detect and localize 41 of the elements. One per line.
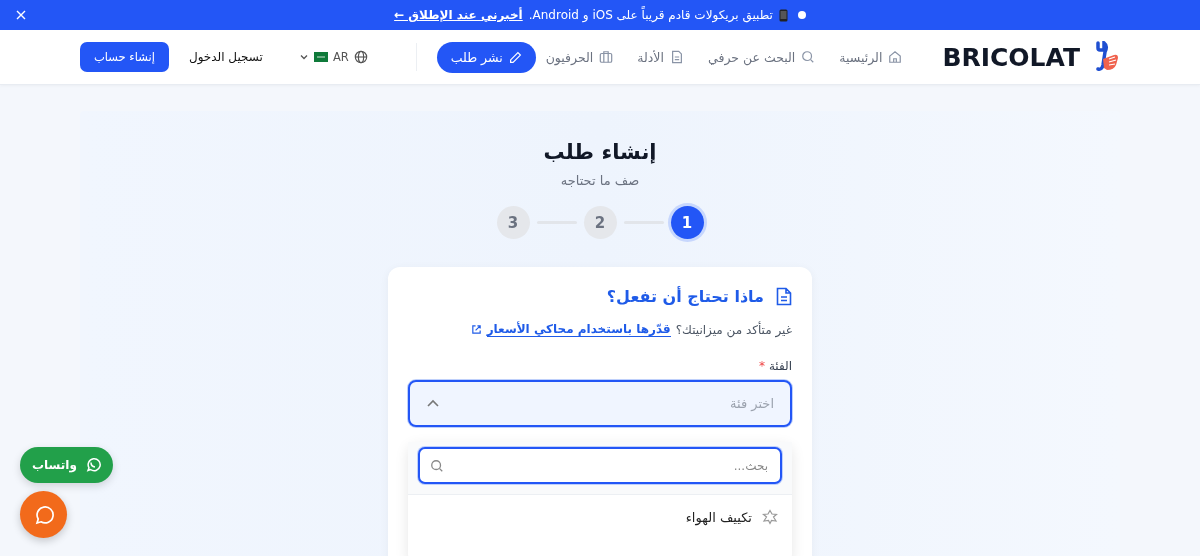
notify-link[interactable]: أخبرني عند الإطلاق ← [394, 8, 523, 22]
logo-text: BRICOLAT [942, 42, 1080, 72]
chat-button[interactable] [20, 491, 67, 538]
nav-link[interactable]: الرئيسية [839, 49, 903, 65]
nav-link[interactable]: الأدلة [637, 49, 684, 65]
field-label: الفئة [768, 359, 792, 373]
phone-icon [778, 8, 788, 22]
external-link-icon [470, 324, 482, 335]
page-subtitle: صف ما تحتاجه [560, 173, 640, 188]
briefcase-icon [599, 50, 614, 64]
dropdown-option[interactable]: تكييف الهواء [408, 495, 792, 539]
step-indicator: 2 [583, 206, 617, 239]
required-mark: * [758, 359, 765, 373]
document-icon [776, 287, 792, 306]
nav-link[interactable]: الحرفيون [545, 49, 614, 65]
step-indicator: 1 [670, 206, 704, 239]
step-indicator: 3 [496, 206, 530, 239]
chevron-down-icon [298, 52, 309, 62]
search-field[interactable]: بحث... [418, 447, 782, 484]
page-title: إنشاء طلب [543, 139, 657, 166]
signup-button[interactable]: إنشاء حساب [80, 42, 169, 72]
banner-text: تطبيق بريكولات قادم قريباً على iOS و Android. [528, 8, 773, 22]
budget-hint: غير متأكد من ميزانيتك؟ [675, 322, 792, 337]
login-link[interactable]: تسجيل الدخول [188, 50, 263, 64]
whatsapp-icon [84, 457, 101, 473]
whatsapp-button[interactable]: واتساب [20, 447, 113, 483]
globe-icon [353, 50, 368, 64]
home-icon [888, 50, 903, 64]
close-icon[interactable] [16, 10, 26, 20]
price-simulator-link[interactable]: قدّرها باستخدام محاكي الأسعار [486, 322, 671, 337]
language-selector[interactable]: AR [298, 50, 368, 64]
form-title: ماذا تحتاج أن تفعل؟ [606, 287, 764, 306]
post-request-button[interactable]: نشر طلب [436, 41, 536, 73]
document-icon [670, 50, 684, 64]
search-icon [430, 459, 444, 473]
nav-link[interactable]: البحث عن حرفي [708, 49, 816, 65]
bullet-icon [797, 11, 806, 19]
search-icon [801, 50, 816, 64]
flag-icon [313, 52, 328, 62]
star-icon [762, 509, 778, 525]
pencil-icon [508, 50, 522, 64]
